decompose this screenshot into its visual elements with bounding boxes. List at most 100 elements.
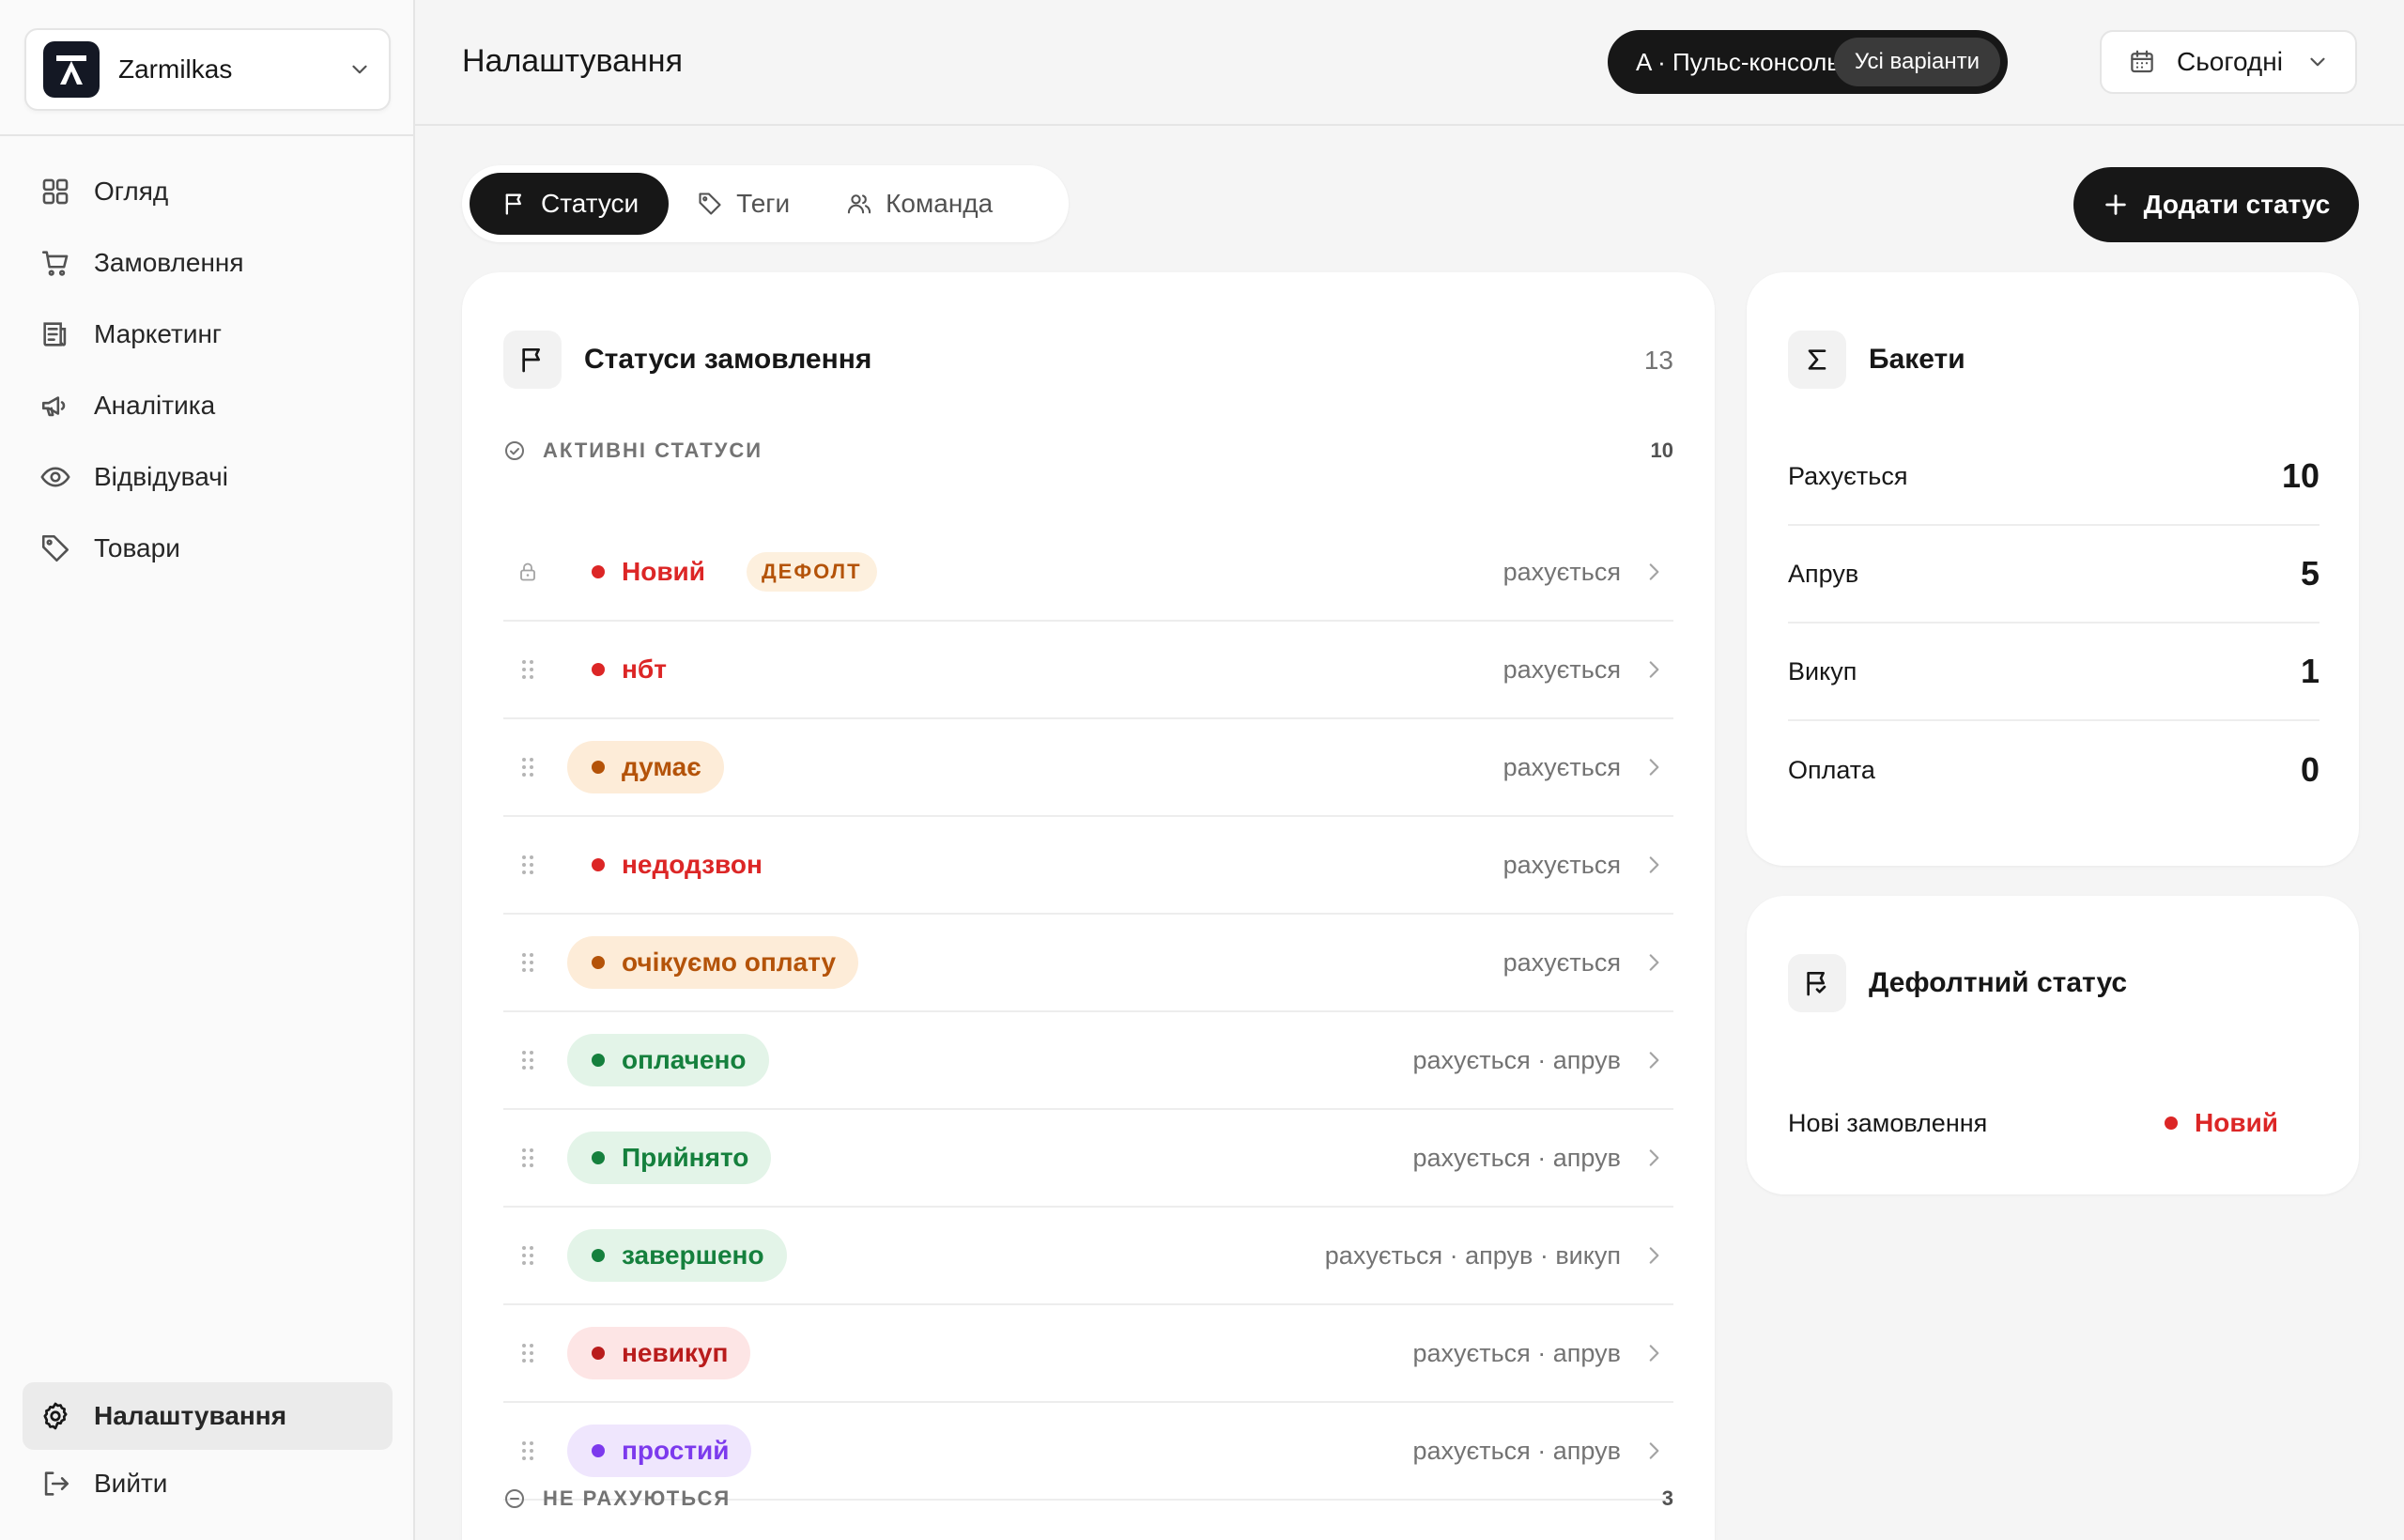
sidebar-item-label: Замовлення [94,248,244,277]
bucket-label: Викуп [1788,656,1857,685]
sidebar-item-analytics[interactable]: Аналітика [23,370,394,441]
sidebar-item-marketing[interactable]: Маркетинг [23,299,394,370]
status-row[interactable]: Новий ДЕФОЛТ рахується [503,524,1673,622]
date-label: Сьогодні [2177,47,2283,76]
status-chip: простий [567,1424,752,1477]
all-variants-button[interactable]: Усі варіанти [1833,38,2000,86]
status-dot [2165,1116,2179,1130]
chevron-down-icon [2310,57,2325,67]
status-dot [592,1347,605,1360]
workspace-switcher[interactable]: Zarmilkas [24,28,391,111]
status-flags: рахується · апрув · викуп [1324,1240,1621,1270]
buckets-list: Рахується 10 Апрув 5 Викуп 1 Оплата 0 [1788,428,2319,819]
bucket-value: 0 [2300,750,2319,789]
status-row[interactable]: очікуємо оплату рахується [503,915,1673,1012]
status-chip: думає [567,741,724,793]
bucket-row: Оплата 0 [1788,721,2319,819]
statuses-card: Статуси замовлення 13 АКТИВНІ СТАТУСИ 10… [462,272,1715,1540]
sidebar-item-label: Товари [94,533,180,562]
sidebar-item-products[interactable]: Товари [23,513,394,584]
default-status-card: Дефолтний статус Нові замовлення Новий [1747,896,2359,1194]
status-row[interactable]: завершено рахується · апрув · викуп [503,1208,1673,1305]
sidebar-item-orders[interactable]: Замовлення [23,227,394,299]
status-name: Новий [622,557,705,586]
status-flags: рахується [1502,557,1621,586]
status-name: завершено [622,1240,764,1270]
status-row[interactable]: недодзвон рахується [503,817,1673,915]
tab-label: Статуси [541,189,640,218]
date-picker[interactable]: Сьогодні [2100,30,2357,94]
status-dot [592,956,605,969]
chevron-right-icon [1649,1442,1659,1459]
newspaper-icon [43,322,67,346]
sidebar-item-overview[interactable]: Огляд [23,156,394,227]
default-status-label: Нові замовлення [1788,1108,1988,1137]
default-status-value: Новий [2165,1108,2278,1138]
status-row[interactable]: Прийнято рахується · апрув [503,1110,1673,1208]
tab-label: Теги [736,189,791,218]
drag-handle-icon[interactable] [516,656,539,683]
status-row[interactable]: думає рахується [503,719,1673,817]
sidebar-item-label: Огляд [94,177,169,206]
chevron-right-icon [1649,954,1659,971]
status-row[interactable]: нбт рахується [503,622,1673,719]
status-chip: Новий ДЕФОЛТ [567,546,900,598]
flag-check-icon-box [1788,954,1846,1012]
add-status-button[interactable]: Додати статус [2073,167,2359,242]
flag-icon [505,193,521,215]
drag-handle-icon[interactable] [516,1340,539,1366]
drag-handle-icon[interactable] [516,949,539,976]
drag-handle-icon[interactable] [516,852,539,878]
status-flags: рахується · апрув [1412,1045,1621,1074]
active-section-count: 10 [1650,439,1673,462]
main-nav: Огляд Замовлення Маркетинг Аналітика Від… [23,156,394,584]
active-section-label: АКТИВНІ СТАТУСИ [543,439,763,462]
tab-tags[interactable]: Теги [669,173,818,235]
sidebar-item-settings[interactable]: Налаштування [23,1382,393,1450]
status-dot [592,1151,605,1164]
logo-icon [56,55,86,85]
workspace-logo [43,41,100,98]
status-dot [592,761,605,774]
statuses-card-title: Статуси замовлення [584,344,872,375]
status-dot [592,1249,605,1262]
calendar-icon [2131,50,2153,73]
drag-handle-icon[interactable] [516,1047,539,1073]
workspace-name: Zarmilkas [118,54,233,84]
status-chip: недодзвон [567,839,785,891]
sidebar-item-logout[interactable]: Вийти [23,1450,393,1517]
tab-statuses[interactable]: Статуси [470,173,670,235]
buckets-card-title: Бакети [1869,344,1965,375]
status-flags: рахується · апрув [1412,1143,1621,1172]
status-dot [592,1054,605,1067]
inactive-section-count: 3 [1661,1486,1673,1510]
status-dot [592,858,605,871]
drag-handle-icon[interactable] [516,1438,539,1464]
status-flags: рахується [1502,752,1621,781]
tab-team[interactable]: Команда [818,173,1021,235]
plus-icon [2104,194,2126,215]
status-row[interactable]: оплачено рахується · апрув [503,1012,1673,1110]
check-circle-icon [505,441,524,460]
bucket-label: Рахується [1788,461,1908,490]
status-chip: нбт [567,643,689,696]
variant-switcher[interactable]: A · Пульс-консоль Усі варіанти [1608,30,2008,94]
cart-icon [41,251,69,276]
status-flags: рахується [1502,850,1621,879]
drag-handle-icon[interactable] [516,754,539,780]
drag-handle-icon[interactable] [516,1145,539,1171]
sidebar-item-label: Маркетинг [94,319,223,348]
flag-icon [522,348,540,373]
status-chip: Прийнято [567,1132,772,1184]
drag-handle-icon[interactable] [516,1242,539,1269]
buckets-card: Бакети Рахується 10 Апрув 5 Викуп 1 Опла… [1747,272,2359,866]
sidebar: Zarmilkas Огляд Замовлення Маркетинг Ана… [0,0,415,1540]
status-dot [592,565,605,578]
sidebar-item-label: Аналітика [94,391,216,420]
status-row[interactable]: невикуп рахується · апрув [503,1305,1673,1403]
sidebar-item-visitors[interactable]: Відвідувачі [23,441,394,513]
default-status-row[interactable]: Нові замовлення Новий [1788,1108,2278,1138]
add-status-label: Додати статус [2143,190,2331,219]
chevron-right-icon [1649,1052,1659,1069]
chevron-right-icon [1649,759,1659,776]
